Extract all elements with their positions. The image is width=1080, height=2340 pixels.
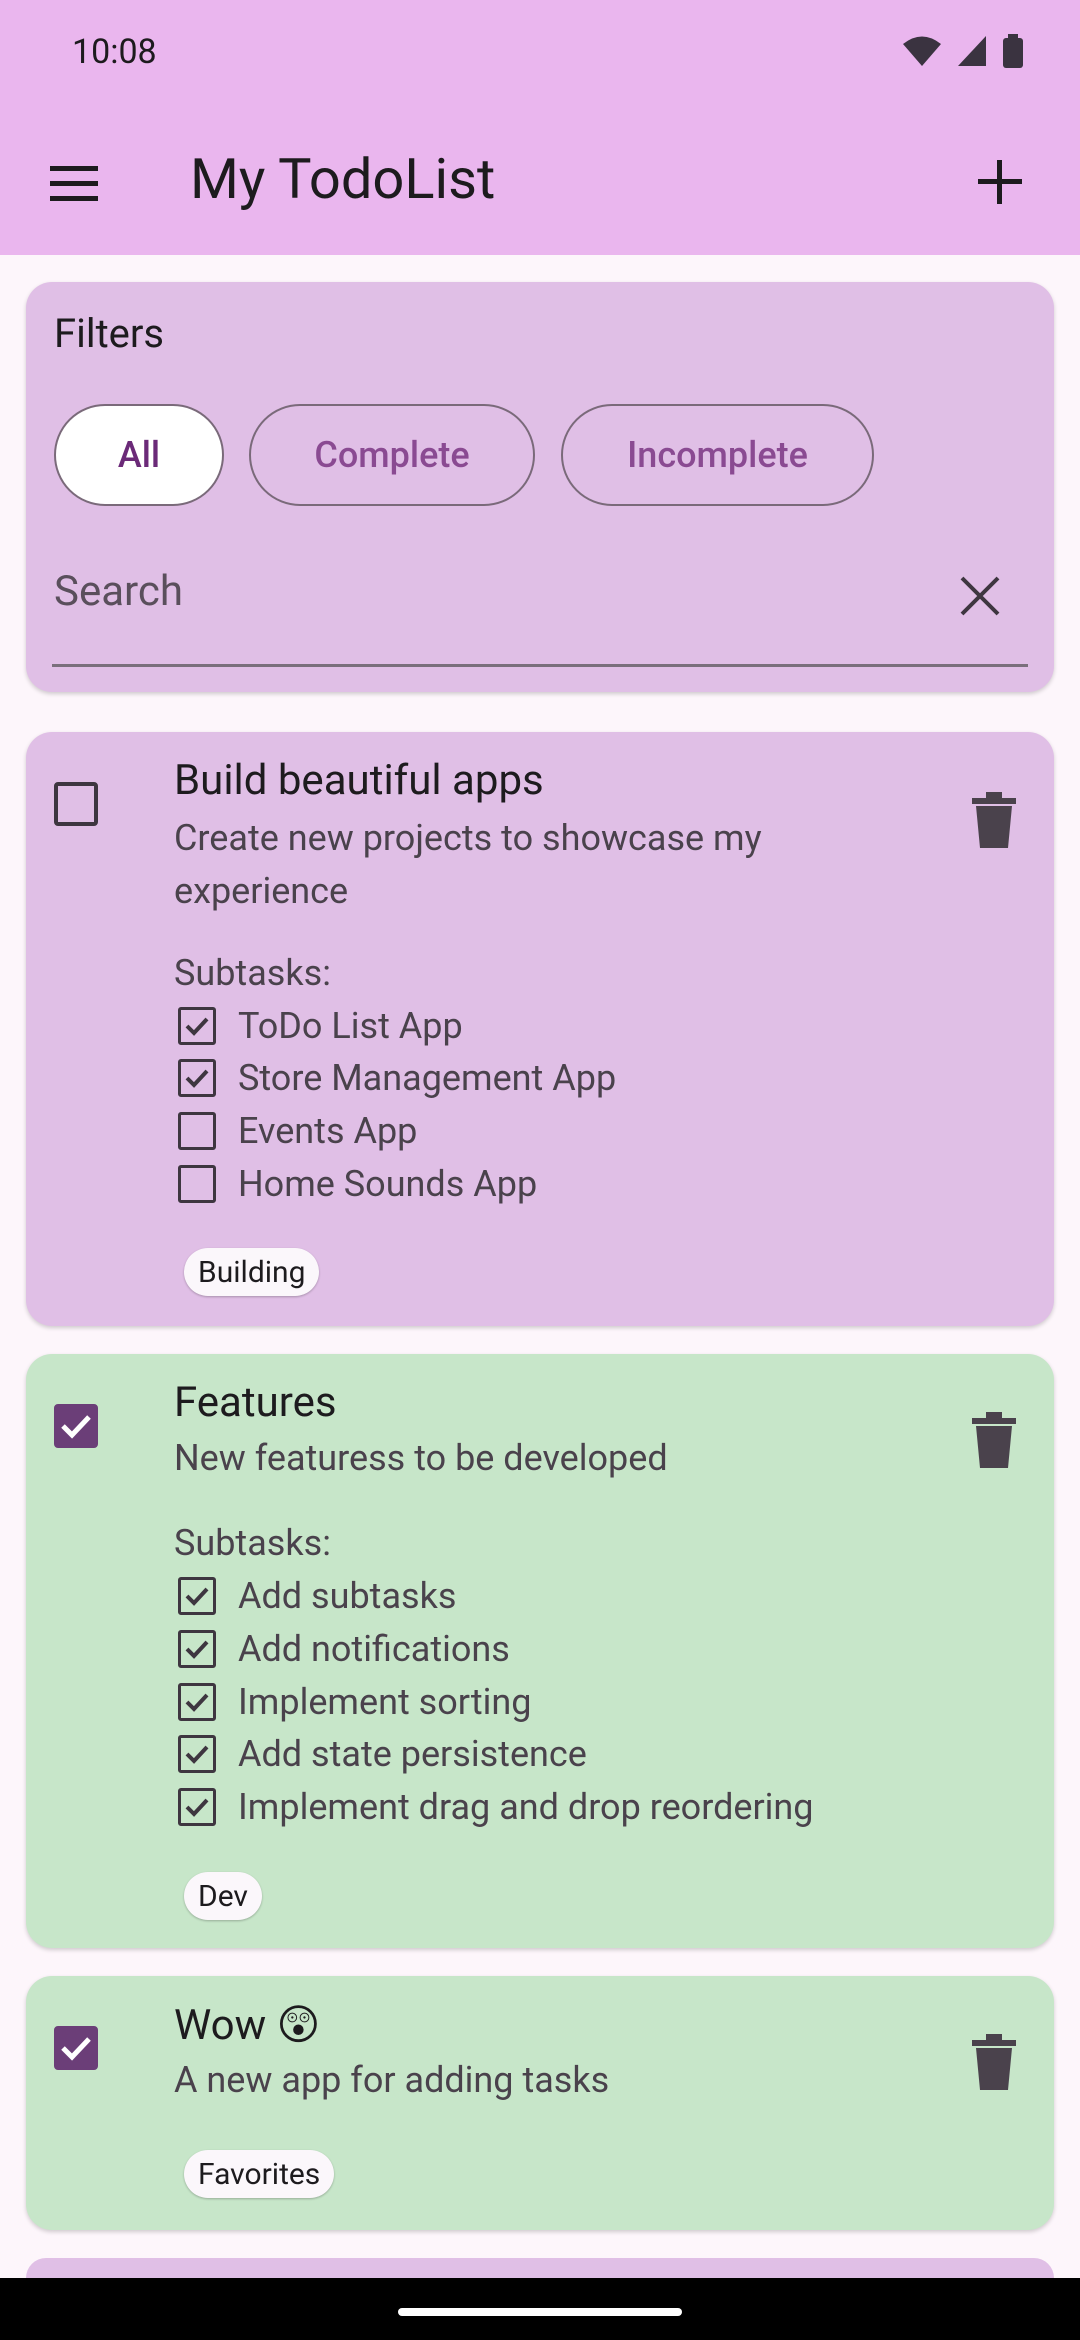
status-time: 10:08 [72, 32, 157, 72]
subtask-label: Implement sorting [238, 1681, 532, 1723]
subtask-checkbox[interactable] [178, 1683, 216, 1721]
search-input[interactable]: Search [54, 567, 183, 616]
todo-card[interactable]: Wow 😲 A new app for adding tasks Favorit… [26, 1976, 1054, 2230]
add-icon[interactable] [970, 152, 1030, 212]
subtasks-label: Subtasks: [174, 1522, 331, 1564]
subtask-checkbox[interactable] [178, 1007, 216, 1045]
close-icon[interactable] [958, 574, 1002, 618]
todo-title: Features [174, 1378, 337, 1427]
subtask-checkbox[interactable] [178, 1577, 216, 1615]
subtask-label: Add state persistence [238, 1733, 587, 1775]
todo-title: Build beautiful apps [174, 756, 544, 805]
subtask-checkbox[interactable] [178, 1788, 216, 1826]
tag-chip: Dev [184, 1872, 262, 1920]
subtask-checkbox[interactable] [178, 1165, 216, 1203]
delete-icon[interactable] [970, 792, 1018, 848]
subtask-item[interactable]: Add subtasks [178, 1570, 456, 1622]
subtasks-label: Subtasks: [174, 952, 331, 994]
search-underline [52, 664, 1028, 667]
subtask-checkbox[interactable] [178, 1630, 216, 1668]
status-icons [902, 34, 1024, 68]
tag-chip: Building [184, 1248, 320, 1296]
subtask-label: Implement drag and drop reordering [238, 1786, 814, 1828]
delete-icon[interactable] [970, 2034, 1018, 2090]
filters-title: Filters [54, 310, 165, 357]
subtask-checkbox[interactable] [178, 1059, 216, 1097]
subtask-label: ToDo List App [238, 1005, 463, 1047]
page-title: My TodoList [190, 146, 496, 212]
subtask-label: Add notifications [238, 1628, 510, 1670]
subtask-item[interactable]: Store Management App [178, 1052, 616, 1104]
subtask-item[interactable]: Add state persistence [178, 1728, 587, 1780]
subtask-item[interactable]: Home Sounds App [178, 1158, 537, 1210]
subtask-item[interactable]: Implement drag and drop reordering [178, 1781, 814, 1833]
wifi-icon [903, 36, 941, 66]
filters-card: Filters All Complete Incomplete Search [26, 282, 1054, 692]
todo-card[interactable]: Build beautiful apps Create new projects… [26, 732, 1054, 1326]
todo-checkbox[interactable] [54, 2026, 98, 2070]
subtask-item[interactable]: Add notifications [178, 1623, 510, 1675]
todo-card[interactable]: Features New featuress to be developed S… [26, 1354, 1054, 1948]
subtask-label: Events App [238, 1110, 418, 1152]
subtask-item[interactable]: Events App [178, 1105, 417, 1157]
todo-checkbox[interactable] [54, 782, 98, 826]
todo-title: Wow 😲 [174, 2001, 321, 2050]
delete-icon[interactable] [970, 1412, 1018, 1468]
subtask-item[interactable]: ToDo List App [178, 1000, 463, 1052]
battery-icon [1003, 34, 1023, 68]
menu-icon[interactable] [46, 156, 102, 212]
subtask-checkbox[interactable] [178, 1735, 216, 1773]
filter-chip-incomplete[interactable]: Incomplete [561, 404, 874, 506]
todo-description: New featuress to be developed [174, 1437, 668, 1479]
subtask-label: Add subtasks [238, 1575, 457, 1617]
subtask-item[interactable]: Implement sorting [178, 1676, 531, 1728]
todo-description: A new app for adding tasks [174, 2059, 610, 2101]
signal-icon [958, 36, 986, 66]
subtask-checkbox[interactable] [178, 1112, 216, 1150]
filter-chip-all[interactable]: All [54, 404, 224, 506]
app-bar: 10:08 My TodoList [0, 0, 1080, 255]
todo-checkbox[interactable] [54, 1404, 98, 1448]
home-gesture-pill[interactable] [398, 2308, 682, 2316]
todo-description: Create new projects to showcase my exper… [174, 817, 762, 912]
tag-chip: Favorites [184, 2150, 335, 2198]
subtask-label: Store Management App [238, 1057, 617, 1099]
subtask-label: Home Sounds App [238, 1163, 538, 1205]
filter-chip-complete[interactable]: Complete [249, 404, 535, 506]
